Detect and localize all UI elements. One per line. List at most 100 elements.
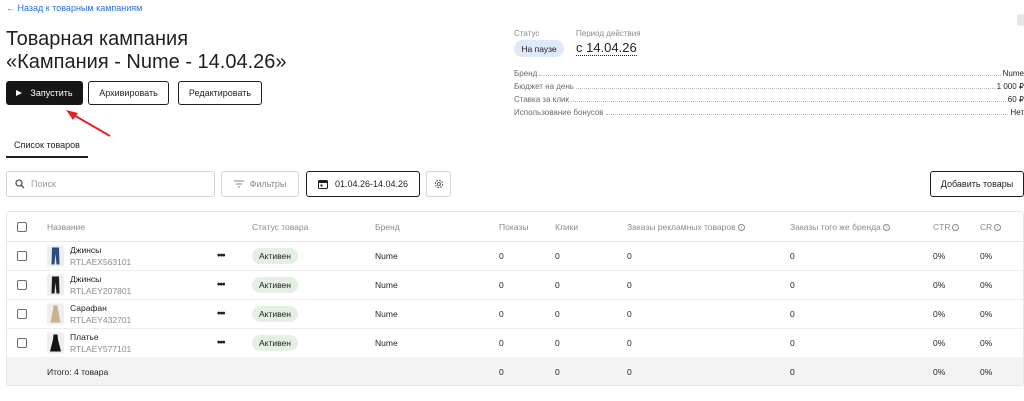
start-button[interactable]: Запустить [6, 81, 83, 105]
cell-clicks: 0 [555, 309, 560, 319]
side-panel-handle[interactable] [1017, 14, 1024, 26]
product-sku: RTLAEY207801 [70, 286, 132, 296]
search-input[interactable]: Поиск [6, 171, 215, 197]
cell-clicks: 0 [555, 280, 560, 290]
summary-label: Использование бонусов [514, 108, 604, 117]
row-checkbox[interactable] [17, 338, 27, 348]
cell-cr: 0% [980, 309, 993, 319]
info-icon[interactable]: i [994, 223, 1002, 231]
column-header-cr[interactable]: CR i [980, 221, 1002, 232]
cell-brand: Nume [375, 251, 398, 261]
more-dots-icon[interactable]: ••• [217, 309, 225, 320]
date-range-picker[interactable]: 01.04.26-14.04.26 [306, 171, 420, 197]
archive-button[interactable]: Архивировать [88, 81, 169, 105]
total-cr: 0% [980, 367, 993, 377]
total-label: Итого: 4 товара [47, 367, 109, 377]
summary-row-bid: Ставка за клик 60 ₽ [514, 93, 1024, 104]
filter-icon [233, 180, 244, 188]
dotted-leader [575, 88, 995, 89]
cell-brand-orders: 0 [790, 280, 795, 290]
product-name[interactable]: Сарафан [70, 303, 107, 313]
total-brand-orders: 0 [790, 367, 795, 377]
product-sku: RTLAEY577101 [70, 344, 132, 354]
cell-views: 0 [499, 309, 504, 319]
start-button-label: Запустить [30, 88, 73, 98]
calendar-icon [317, 180, 328, 189]
select-all-checkbox[interactable] [17, 221, 27, 232]
table-row[interactable]: Джинсы RTLAEX563101 ••• Активен Nume 0 0… [7, 242, 1023, 271]
column-header-ads-orders[interactable]: Заказы рекламных товаров i [627, 222, 745, 232]
total-ctr: 0% [933, 367, 946, 377]
product-thumbnail [47, 303, 64, 325]
summary-value: 1 000 ₽ [996, 82, 1024, 91]
column-header-status[interactable]: Статус товара [252, 222, 308, 232]
total-views: 0 [499, 367, 504, 377]
cell-brand-orders: 0 [790, 338, 795, 348]
cell-clicks: 0 [555, 338, 560, 348]
row-checkbox[interactable] [17, 280, 27, 290]
status-pill: Активен [252, 248, 298, 264]
column-header-brand-orders[interactable]: Заказы того же бренда i [790, 222, 890, 232]
table-settings-button[interactable] [426, 171, 451, 197]
column-header-label: Заказы рекламных товаров [627, 221, 736, 232]
column-header-ctr[interactable]: CTR i [933, 221, 960, 232]
table-total-row: Итого: 4 товара 0 0 0 0 0% 0% [7, 357, 1023, 385]
status-label: Статус [514, 29, 540, 38]
dotted-leader [539, 75, 1001, 76]
back-link[interactable]: ← Назад к товарным кампаниям [6, 3, 142, 13]
summary-row-brand: Бренд Nume [514, 67, 1024, 78]
row-checkbox[interactable] [17, 309, 27, 319]
summary-value: 60 ₽ [1007, 95, 1024, 104]
summary-label: Бюджет на день [514, 82, 574, 91]
summary-value: Нет [1010, 108, 1024, 117]
column-header-clicks[interactable]: Клики [555, 222, 578, 232]
column-header-views[interactable]: Показы [499, 222, 528, 232]
cell-brand: Nume [375, 309, 398, 319]
cell-ads-orders: 0 [627, 280, 632, 290]
search-placeholder: Поиск [31, 179, 56, 189]
summary-value: Nume [1002, 69, 1024, 78]
table-row[interactable]: Сарафан RTLAEY432701 ••• Активен Nume 0 … [7, 300, 1023, 329]
cell-views: 0 [499, 338, 504, 348]
table-row[interactable]: Платье RTLAEY577101 ••• Активен Nume 0 0… [7, 329, 1023, 358]
summary-label: Бренд [514, 69, 538, 78]
column-header-name[interactable]: Название [47, 222, 85, 232]
product-thumbnail [47, 245, 64, 267]
title-line-1: Товарная кампания [6, 28, 189, 50]
column-header-brand[interactable]: Бренд [375, 222, 400, 232]
product-name[interactable]: Платье [70, 332, 99, 342]
more-dots-icon[interactable]: ••• [217, 251, 225, 262]
cell-ctr: 0% [933, 280, 946, 290]
total-ads-orders: 0 [627, 367, 632, 377]
column-header-label: CTR [933, 221, 951, 232]
dotted-leader [605, 114, 1009, 115]
cell-cr: 0% [980, 251, 993, 261]
filters-button[interactable]: Фильтры [221, 171, 299, 197]
tab-products-list[interactable]: Список товаров [6, 134, 88, 158]
product-name[interactable]: Джинсы [70, 245, 101, 255]
period-value[interactable]: с 14.04.26 [576, 40, 637, 56]
edit-button[interactable]: Редактировать [178, 81, 262, 105]
info-icon[interactable]: i [952, 223, 960, 231]
info-icon[interactable]: i [737, 223, 745, 231]
more-dots-icon[interactable]: ••• [217, 338, 225, 349]
column-header-label: Заказы того же бренда [790, 221, 881, 232]
cell-brand-orders: 0 [790, 251, 795, 261]
add-products-button[interactable]: Добавить товары [930, 171, 1024, 197]
column-header-label: CR [980, 221, 993, 232]
cell-brand: Nume [375, 338, 398, 348]
dotted-leader [570, 101, 1006, 102]
cell-ads-orders: 0 [627, 309, 632, 319]
cell-ctr: 0% [933, 309, 946, 319]
product-thumbnail [47, 332, 64, 354]
more-dots-icon[interactable]: ••• [217, 280, 225, 291]
page-title: Товарная кампания «Кампания - Nume - 14.… [6, 28, 287, 74]
info-icon[interactable]: i [882, 223, 890, 231]
product-name[interactable]: Джинсы [70, 274, 101, 284]
products-table: Название Статус товара Бренд Показы Клик… [6, 211, 1024, 386]
table-row[interactable]: Джинсы RTLAEY207801 ••• Активен Nume 0 0… [7, 271, 1023, 300]
cell-brand-orders: 0 [790, 309, 795, 319]
product-thumbnail [47, 274, 64, 296]
status-pill: Активен [252, 335, 298, 351]
row-checkbox[interactable] [17, 251, 27, 261]
